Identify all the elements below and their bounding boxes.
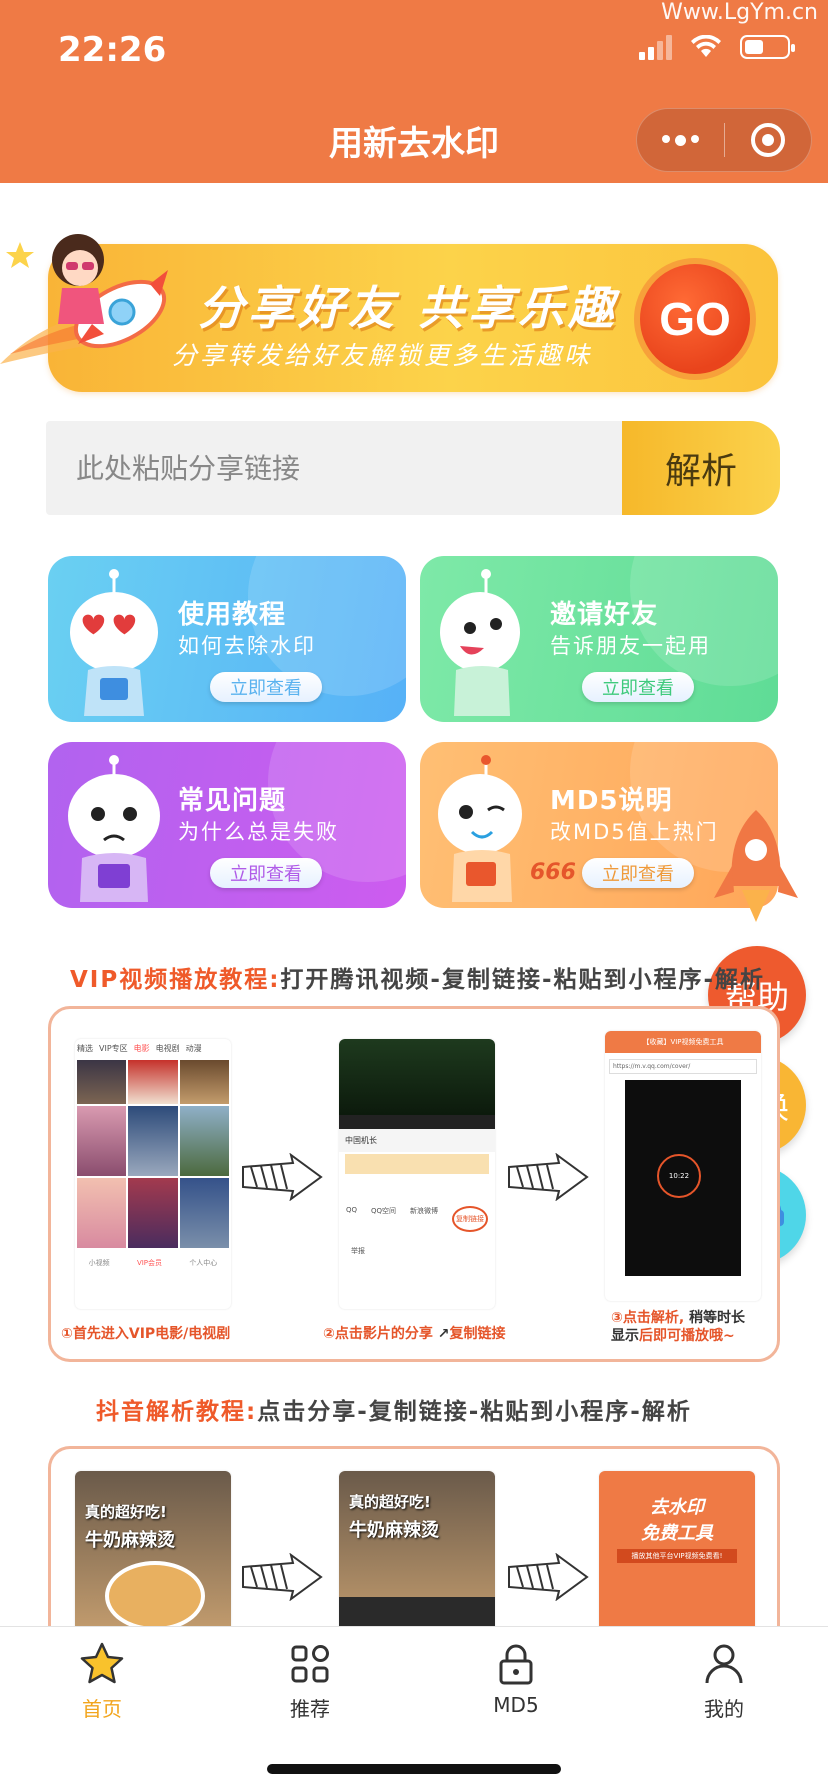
phone-screenshot-douyin-video: 真的超好吃! 牛奶麻辣烫 — [75, 1471, 231, 1641]
tab-label: 首页 — [82, 1697, 122, 1721]
phone-screenshot-parse: 【收藏】VIP视频免费工具 https://m.v.qq.com/cover/ … — [605, 1031, 761, 1301]
parse-button[interactable]: 解析 — [622, 421, 780, 515]
douyin-tutorial-title: 抖音解析教程:点击分享-复制链接-粘贴到小程序-解析 — [96, 1392, 692, 1426]
lock-icon — [499, 1644, 533, 1685]
badge-666: 666 — [530, 860, 576, 885]
go-button[interactable]: GO — [634, 258, 756, 380]
robot-sad-icon — [68, 755, 160, 902]
tab-recommend[interactable]: 推荐 — [250, 1641, 370, 1722]
step3-caption-b: 稍等时长 — [689, 1310, 746, 1326]
card-title: 使用教程 — [178, 600, 287, 630]
star-icon — [80, 1642, 124, 1684]
step3-caption-a: ③点击解析, — [611, 1310, 685, 1326]
status-icons — [639, 34, 795, 60]
card-invite[interactable]: 邀请好友 告诉朋友一起用 立即查看 — [420, 556, 778, 722]
vip-tutorial-title-rest: 打开腾讯视频-复制链接-粘贴到小程序-解析 — [280, 967, 766, 993]
vip-tutorial-title: VIP视频播放教程:打开腾讯视频-复制链接-粘贴到小程序-解析 — [70, 960, 765, 994]
home-indicator — [267, 1764, 561, 1774]
status-time: 22:26 — [58, 30, 167, 70]
view-now-button[interactable]: 立即查看 — [210, 858, 322, 888]
close-miniprogram-button[interactable] — [725, 109, 812, 171]
paste-link-input[interactable] — [76, 451, 622, 485]
tab-mine[interactable]: 我的 — [664, 1641, 784, 1722]
more-button[interactable] — [637, 109, 724, 171]
vip-tutorial-image: 精选 VIP专区 电影 电视剧 动漫 小视频 VIP会员 个人中心 中国机长 Q… — [48, 1006, 780, 1362]
miniprogram-capsule — [636, 108, 812, 172]
user-icon — [705, 1644, 743, 1684]
tab-label: 推荐 — [290, 1697, 330, 1721]
grid-apps-icon — [291, 1645, 329, 1683]
step1-caption: ①首先进入VIP电影/电视剧 — [61, 1326, 231, 1342]
step2-caption-b: 复制链接 — [449, 1326, 506, 1342]
banner-title: 分享好友 共享乐趣 — [198, 281, 619, 335]
arrow-right-icon — [508, 1553, 589, 1601]
paste-link-field[interactable] — [46, 421, 622, 515]
banner-subtitle: 分享转发给好友解锁更多生活趣味 — [172, 341, 593, 370]
step3-caption-c: 显示 — [611, 1328, 639, 1344]
robot-smile-icon — [440, 569, 520, 716]
robot-heart-eyes-icon — [70, 569, 158, 716]
douyin-tutorial-title-rest: 点击分享-复制链接-粘贴到小程序-解析 — [257, 1399, 692, 1425]
view-now-button[interactable]: 立即查看 — [210, 672, 322, 702]
rocket-icon[interactable] — [706, 806, 806, 926]
top-navigation-bar: 22:26 Www.LgYm.cn 用新去水印 — [0, 0, 828, 183]
douyin-tutorial-image: 真的超好吃! 牛奶麻辣烫 真的超好吃! 牛奶麻辣烫 去水印 免费工具 播放其他平… — [48, 1446, 780, 1646]
view-now-button[interactable]: 立即查看 — [582, 672, 694, 702]
card-subtitle: 为什么总是失败 — [178, 820, 339, 844]
arrow-right-icon — [508, 1153, 589, 1201]
watermark-text: Www.LgYm.cn — [661, 0, 818, 25]
rocket-girl-illustration — [0, 234, 168, 364]
card-title: 邀请好友 — [550, 600, 659, 630]
phone-screenshot-tool-poster: 去水印 免费工具 播放其他平台VIP视频免费看! — [599, 1471, 755, 1641]
signal-icon — [639, 34, 672, 60]
phone-screenshot-vip-home: 精选 VIP专区 电影 电视剧 动漫 小视频 VIP会员 个人中心 — [75, 1039, 231, 1309]
step3-caption-d: 后即可播放哦~ — [639, 1328, 735, 1344]
card-title: MD5说明 — [550, 786, 673, 816]
target-circle-icon — [750, 123, 785, 157]
douyin-tutorial-title-accent: 抖音解析教程: — [96, 1399, 258, 1425]
view-now-button[interactable]: 立即查看 — [582, 858, 694, 888]
app-page: 22:26 Www.LgYm.cn 用新去水印 分享好友 共享乐趣 分享转发给好… — [0, 0, 828, 1792]
more-dots-icon — [661, 134, 699, 146]
card-title: 常见问题 — [178, 786, 287, 816]
tab-md5[interactable]: MD5 — [456, 1641, 576, 1717]
phone-screenshot-share: 中国机长 QQ QQ空间 新浪微博 复制链接 举报 — [339, 1039, 495, 1309]
arrow-right-icon — [242, 1553, 323, 1601]
card-faq[interactable]: 常见问题 为什么总是失败 立即查看 — [48, 742, 406, 908]
card-subtitle: 如何去除水印 — [178, 634, 316, 658]
wifi-icon — [691, 35, 721, 57]
card-subtitle: 改MD5值上热门 — [550, 820, 719, 844]
robot-wink-icon — [438, 755, 522, 902]
card-subtitle: 告诉朋友一起用 — [550, 634, 711, 658]
step3-caption: ③点击解析, 稍等时长 显示后即可播放哦~ — [611, 1309, 745, 1345]
arrow-right-icon — [242, 1153, 323, 1201]
tab-label: MD5 — [493, 1693, 539, 1717]
vip-tutorial-title-accent: VIP视频播放教程: — [70, 967, 281, 993]
step2-caption: ②点击影片的分享 ↗复制链接 — [323, 1326, 506, 1342]
phone-screenshot-douyin-share: 真的超好吃! 牛奶麻辣烫 — [339, 1471, 495, 1641]
battery-icon — [740, 35, 795, 59]
tab-home[interactable]: 首页 — [42, 1641, 162, 1722]
tab-label: 我的 — [704, 1697, 744, 1721]
card-tutorial[interactable]: 使用教程 如何去除水印 立即查看 — [48, 556, 406, 722]
step2-caption-a: ②点击影片的分享 — [323, 1326, 433, 1342]
